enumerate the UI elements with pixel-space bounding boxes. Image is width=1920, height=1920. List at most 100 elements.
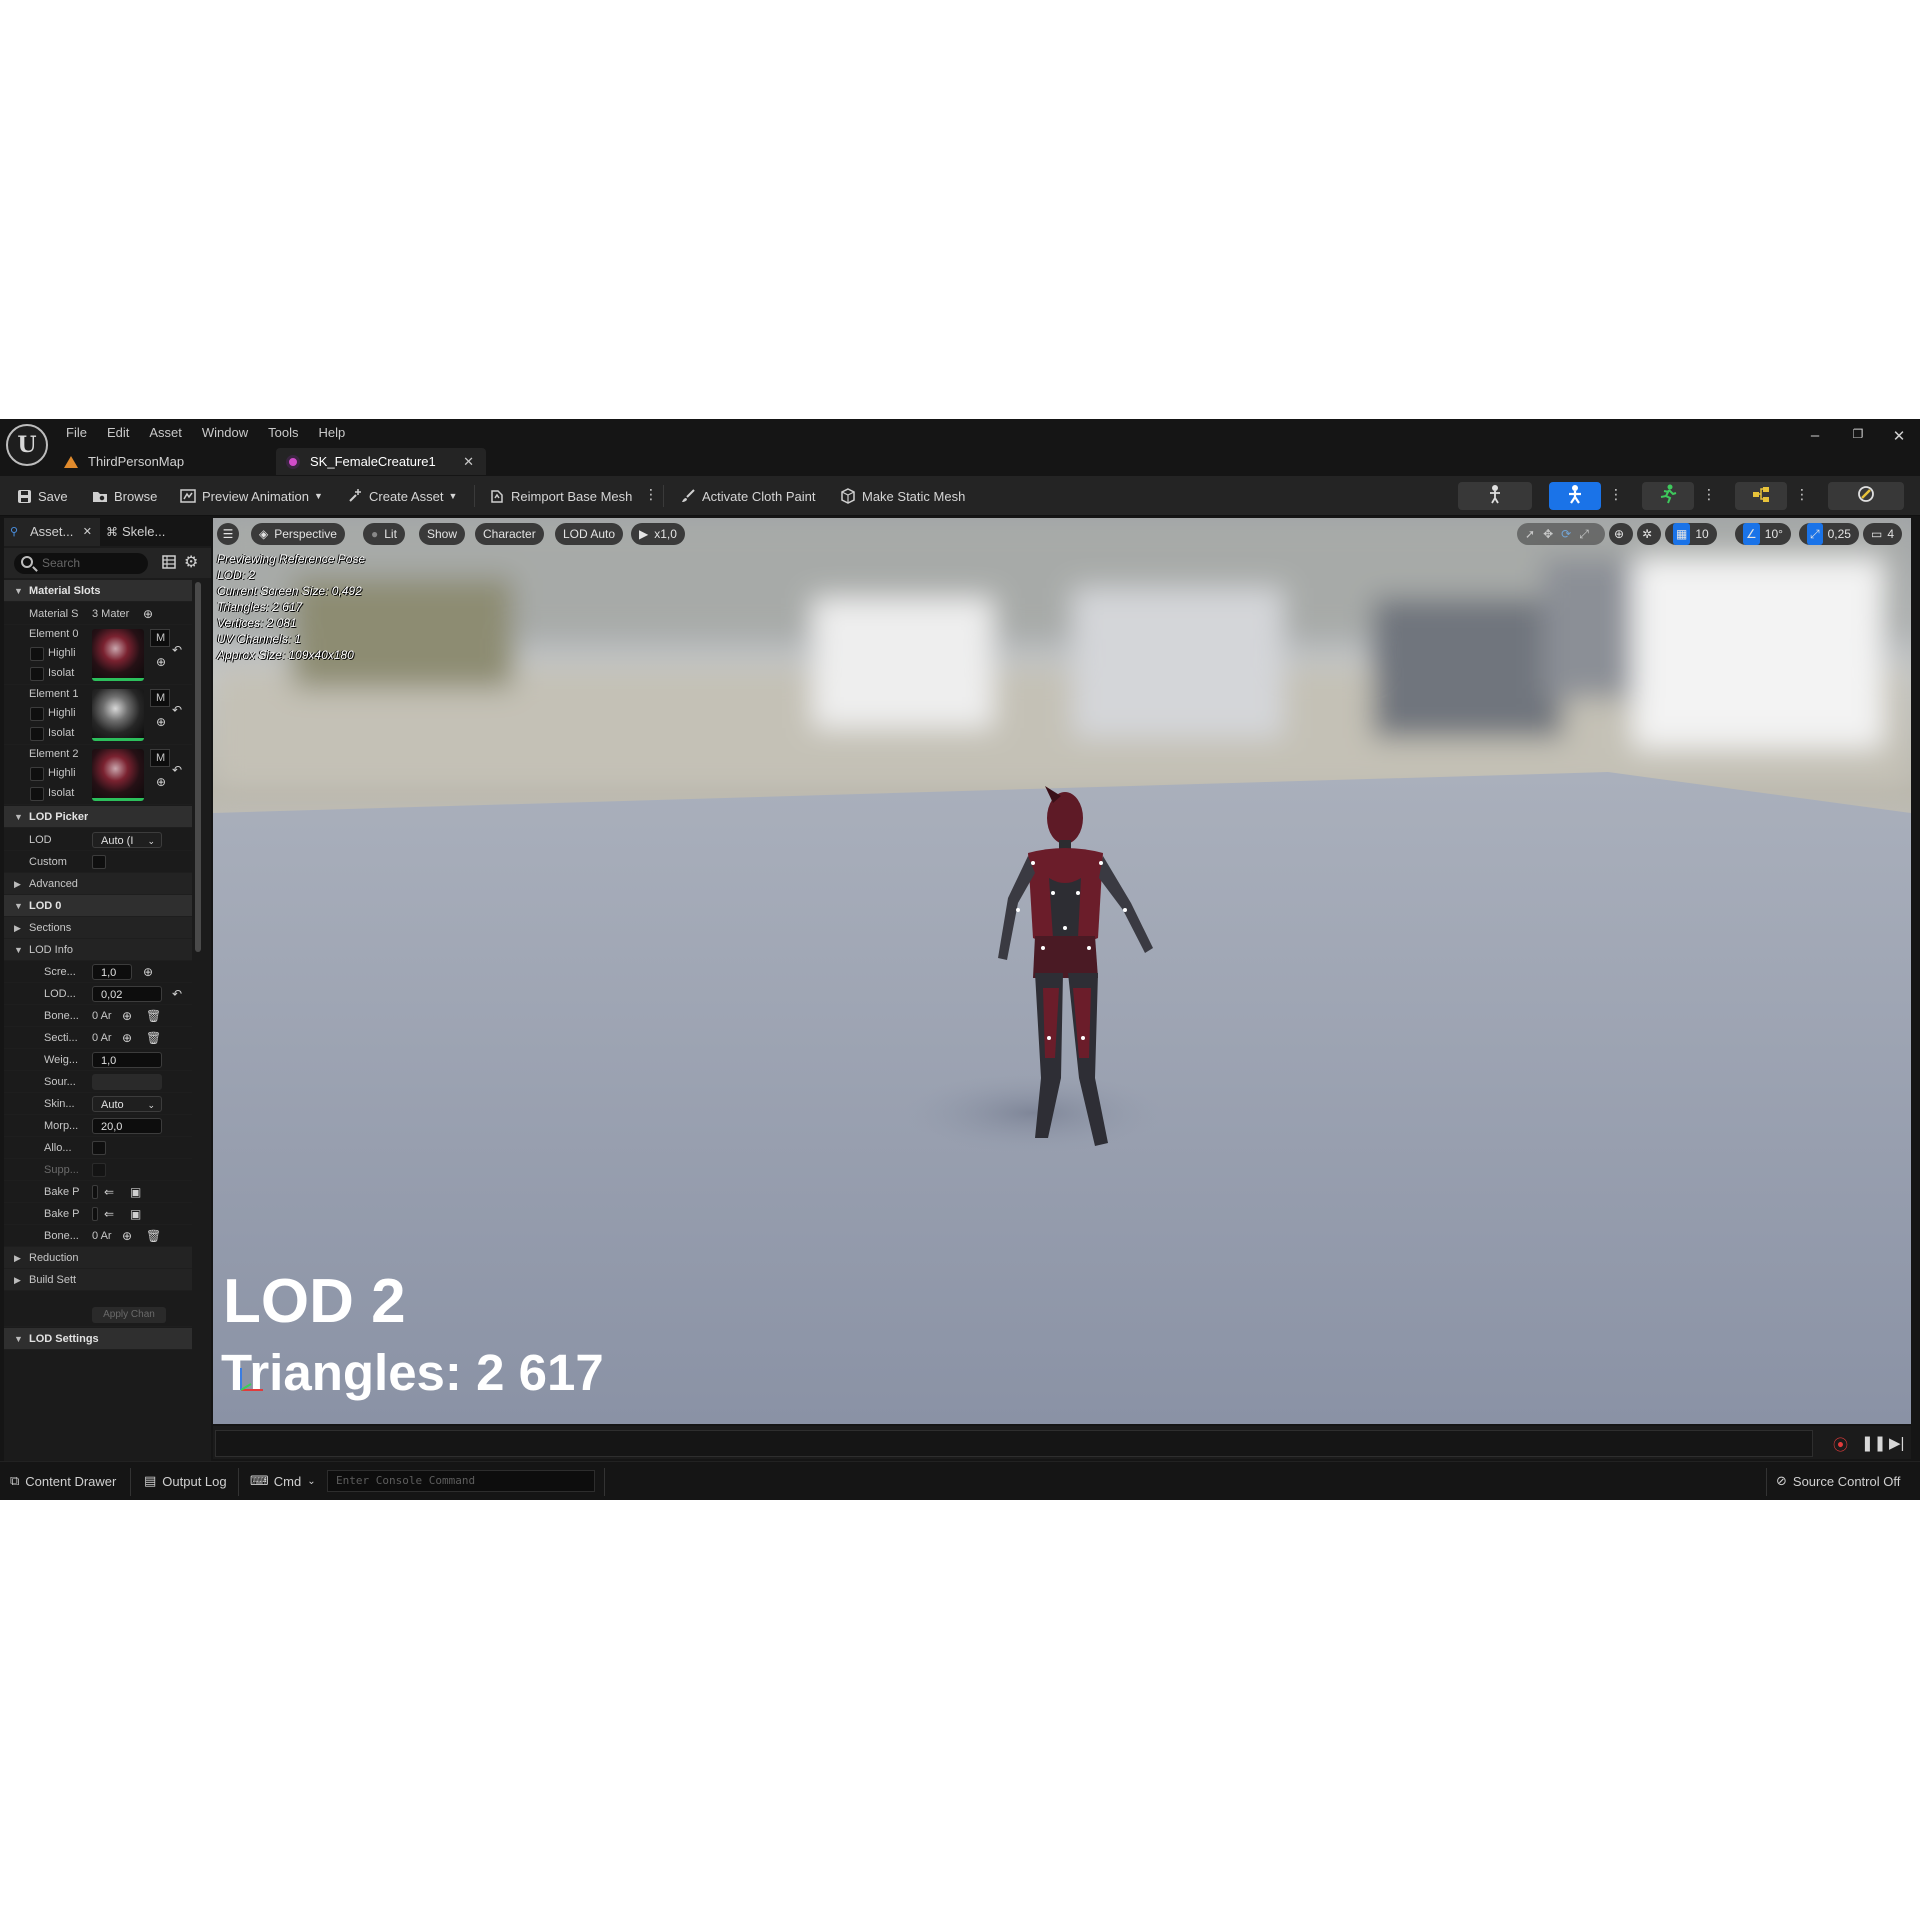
- reset-arrow-icon[interactable]: ↶: [172, 983, 182, 1005]
- camera-speed-button[interactable]: ▭ 4: [1863, 523, 1903, 545]
- allow-checkbox[interactable]: [92, 1141, 106, 1155]
- record-icon[interactable]: ⦿: [1833, 1434, 1848, 1455]
- console-command-input[interactable]: Enter Console Command: [327, 1470, 595, 1492]
- material-picker[interactable]: M: [150, 629, 170, 647]
- add-icon[interactable]: ⊕: [122, 1027, 132, 1049]
- preview-animation-button[interactable]: Preview Animation ▼: [180, 486, 323, 506]
- skeleton-mode-button[interactable]: [1458, 482, 1532, 510]
- add-icon[interactable]: ⊕: [122, 1005, 132, 1027]
- minimize-icon[interactable]: –: [1800, 427, 1830, 444]
- isolate-checkbox[interactable]: [30, 667, 44, 681]
- sections-row[interactable]: ▶ Sections: [4, 917, 192, 939]
- pause-icon[interactable]: ❚❚: [1861, 1434, 1886, 1452]
- close-tab-icon[interactable]: ✕: [83, 518, 92, 546]
- bake-pose-field[interactable]: [92, 1185, 98, 1199]
- menu-asset[interactable]: Asset: [139, 423, 192, 443]
- browse-asset-icon[interactable]: ▣: [130, 1203, 141, 1225]
- material-thumbnail[interactable]: [92, 749, 144, 801]
- highlight-checkbox[interactable]: [30, 767, 44, 781]
- grid-snap-button[interactable]: ▦ 10: [1665, 523, 1717, 545]
- animation-mode-kebab-icon[interactable]: ⋮: [1702, 486, 1716, 503]
- browse-asset-icon[interactable]: ▣: [130, 1181, 141, 1203]
- character-button[interactable]: Character: [475, 523, 544, 545]
- weight-input[interactable]: 1,0: [92, 1052, 162, 1068]
- material-picker[interactable]: M: [150, 689, 170, 707]
- morph-threshold-input[interactable]: 20,0: [92, 1118, 162, 1134]
- create-asset-button[interactable]: Create Asset ▼: [347, 486, 457, 506]
- trash-icon[interactable]: 🗑: [146, 1225, 161, 1247]
- custom-checkbox[interactable]: [92, 855, 106, 869]
- scale-snap-button[interactable]: ⤢ 0,25: [1799, 523, 1859, 545]
- source-control-button[interactable]: ⊘ Source Control Off: [1776, 1473, 1900, 1489]
- screen-size-input[interactable]: 1,0: [92, 964, 132, 980]
- lod-hysteresis-input[interactable]: 0,02: [92, 986, 162, 1002]
- show-button[interactable]: Show: [419, 523, 466, 545]
- category-material-slots[interactable]: ▼ Material Slots: [4, 580, 192, 602]
- menu-window[interactable]: Window: [192, 423, 258, 443]
- material-thumbnail[interactable]: [92, 629, 144, 681]
- browse-material-icon[interactable]: ⊕: [156, 711, 166, 733]
- close-window-icon[interactable]: ✕: [1884, 427, 1914, 445]
- animation-mode-button[interactable]: [1642, 482, 1694, 510]
- tab-asset-details[interactable]: ⚲ Asset... ✕: [4, 518, 100, 546]
- tab-skeletal-mesh[interactable]: SK_FemaleCreature1 ✕: [276, 448, 486, 475]
- lit-button[interactable]: ● Lit: [363, 523, 405, 545]
- use-selected-arrow-icon[interactable]: ⇐: [104, 1203, 114, 1225]
- tab-skeleton-tree[interactable]: ⌘ Skele...: [104, 518, 165, 546]
- category-lod-settings[interactable]: ▼ LOD Settings: [4, 1328, 192, 1350]
- timeline-track[interactable]: [215, 1430, 1813, 1457]
- perspective-button[interactable]: ◈ Perspective: [251, 523, 345, 545]
- restore-icon[interactable]: ❐: [1843, 427, 1873, 441]
- content-drawer-button[interactable]: ⧉ Content Drawer: [10, 1473, 116, 1489]
- lod-info-row[interactable]: ▼ LOD Info: [4, 939, 192, 961]
- playback-speed-button[interactable]: ▶ x1,0: [631, 523, 685, 545]
- settings-gear-icon[interactable]: ⚙: [184, 552, 198, 572]
- blueprint-mode-button[interactable]: [1735, 482, 1787, 510]
- use-selected-arrow-icon[interactable]: ⇐: [104, 1181, 114, 1203]
- trash-icon[interactable]: 🗑: [146, 1027, 161, 1049]
- menu-edit[interactable]: Edit: [97, 423, 139, 443]
- cmd-dropdown[interactable]: ⌨ Cmd ⌄: [250, 1473, 316, 1489]
- add-icon[interactable]: ⊕: [143, 961, 153, 983]
- activate-cloth-paint-button[interactable]: Activate Cloth Paint: [680, 486, 815, 506]
- step-forward-icon[interactable]: ▶|: [1889, 1434, 1904, 1452]
- blueprint-mode-kebab-icon[interactable]: ⋮: [1795, 486, 1809, 503]
- mesh-mode-button[interactable]: [1549, 482, 1601, 510]
- save-button[interactable]: Save: [16, 486, 68, 506]
- category-lod-picker[interactable]: ▼ LOD Picker: [4, 806, 192, 828]
- material-picker[interactable]: M: [150, 749, 170, 767]
- table-view-icon[interactable]: [162, 555, 176, 572]
- make-static-mesh-button[interactable]: Make Static Mesh: [840, 486, 965, 506]
- apply-changes-button[interactable]: Apply Chan: [92, 1307, 166, 1323]
- details-scrollbar[interactable]: [195, 582, 201, 952]
- browse-material-icon[interactable]: ⊕: [156, 771, 166, 793]
- build-settings-row[interactable]: ▶ Build Sett: [4, 1269, 192, 1291]
- reimport-base-mesh-button[interactable]: Reimport Base Mesh: [489, 486, 632, 506]
- viewport-options-menu-icon[interactable]: ☰: [217, 523, 239, 545]
- transform-tools-group[interactable]: ➚ ✥ ⟳ ⤢: [1517, 523, 1605, 545]
- mesh-mode-kebab-icon[interactable]: ⋮: [1609, 486, 1623, 503]
- angle-snap-button[interactable]: ∠ 10°: [1735, 523, 1791, 545]
- advanced-row[interactable]: ▶ Advanced: [4, 873, 192, 895]
- category-lod-0[interactable]: ▼ LOD 0: [4, 895, 192, 917]
- isolate-checkbox[interactable]: [30, 727, 44, 741]
- highlight-checkbox[interactable]: [30, 647, 44, 661]
- menu-file[interactable]: File: [56, 423, 97, 443]
- physics-mode-button[interactable]: [1828, 482, 1904, 510]
- tab-third-person-map[interactable]: ThirdPersonMap: [64, 448, 274, 475]
- reset-arrow-icon[interactable]: ↶: [172, 639, 182, 661]
- add-icon[interactable]: ⊕: [122, 1225, 132, 1247]
- skin-cache-dropdown[interactable]: Auto ⌄: [92, 1096, 162, 1112]
- lod-dropdown[interactable]: Auto (I ⌄: [92, 832, 162, 848]
- reset-arrow-icon[interactable]: ↶: [172, 699, 182, 721]
- search-input[interactable]: Search: [14, 553, 148, 574]
- reimport-options-kebab-icon[interactable]: ⋮: [644, 486, 658, 503]
- add-icon[interactable]: ⊕: [143, 603, 153, 625]
- isolate-checkbox[interactable]: [30, 787, 44, 801]
- unreal-logo-icon[interactable]: U: [6, 424, 48, 466]
- lod-auto-button[interactable]: LOD Auto: [555, 523, 624, 545]
- reset-arrow-icon[interactable]: ↶: [172, 759, 182, 781]
- source-field[interactable]: [92, 1074, 162, 1090]
- bake-pose-override-field[interactable]: [92, 1207, 98, 1221]
- surface-snap-icon[interactable]: ✲: [1637, 523, 1661, 545]
